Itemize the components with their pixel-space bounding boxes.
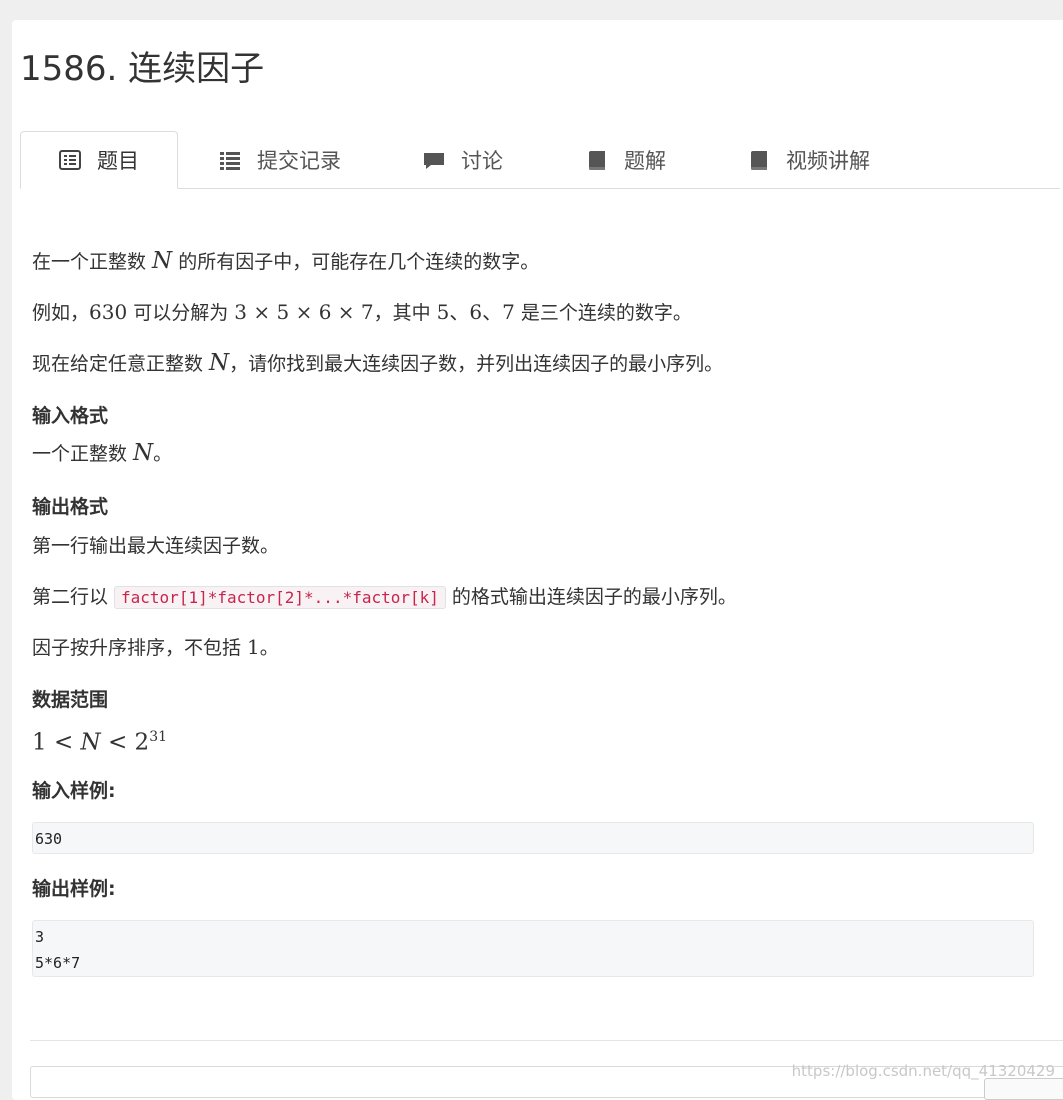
- input-format-heading: 输入格式: [32, 405, 109, 427]
- tab-label: 题目: [97, 149, 139, 173]
- sample-input-heading: 输入样例:: [32, 780, 116, 802]
- tab-submissions[interactable]: 提交记录: [219, 131, 341, 188]
- sample-output-block: 3 5*6*7: [32, 920, 1034, 977]
- var-n: N: [152, 248, 173, 274]
- tab-problem[interactable]: 题目: [20, 131, 178, 189]
- footer-button[interactable]: [984, 1078, 1063, 1100]
- output-format-line-2: 第二行以 factor[1]*factor[2]*...*factor[k] 的格式…: [32, 586, 737, 609]
- output-format-line-3: 因子按升序排序，不包括 1。: [32, 635, 279, 659]
- tab-label: 题解: [624, 148, 666, 173]
- book-icon: [748, 149, 770, 171]
- sample-output-heading: 输出样例:: [32, 878, 116, 900]
- list-alt-icon: [59, 149, 81, 171]
- tab-label: 视频讲解: [786, 148, 870, 173]
- input-format-text: 一个正整数 N。: [32, 440, 173, 466]
- divider: [30, 1040, 1063, 1041]
- book-icon: [586, 149, 608, 171]
- data-range-heading: 数据范围: [32, 689, 109, 711]
- list-icon: [219, 149, 241, 171]
- tab-video[interactable]: 视频讲解: [748, 131, 870, 188]
- output-format-heading: 输出格式: [32, 496, 109, 518]
- statement-line-1: 在一个正整数 N 的所有因子中，可能存在几个连续的数字。: [32, 248, 540, 274]
- code-line: 630: [35, 830, 63, 848]
- comment-icon: [423, 149, 445, 171]
- sample-input-block: 630: [32, 822, 1034, 854]
- tab-label: 讨论: [461, 148, 503, 173]
- inline-code: factor[1]*factor[2]*...*factor[k]: [114, 586, 446, 609]
- watermark: https://blog.csdn.net/qq_41320429: [791, 1062, 1055, 1080]
- tab-discussion[interactable]: 讨论: [423, 131, 503, 188]
- var-n: N: [209, 350, 230, 376]
- code-line: 5*6*7: [35, 954, 81, 972]
- code-line: 3: [35, 928, 45, 946]
- output-format-line-1: 第一行输出最大连续因子数。: [32, 535, 280, 557]
- tab-label: 提交记录: [257, 148, 341, 173]
- statement-line-2: 例如，630 可以分解为 3 × 5 × 6 × 7，其中 5、6、7 是三个连…: [32, 300, 692, 324]
- statement-line-3: 现在给定任意正整数 N，请你找到最大连续因子数，并列出连续因子的最小序列。: [32, 350, 724, 376]
- data-range-expr: 1 < N < 231: [32, 729, 168, 756]
- tab-solutions[interactable]: 题解: [586, 131, 666, 188]
- problem-tabs: 题目 提交记录 讨论 题解 视频讲解: [20, 131, 1060, 189]
- page-title: 1586. 连续因子: [20, 49, 265, 89]
